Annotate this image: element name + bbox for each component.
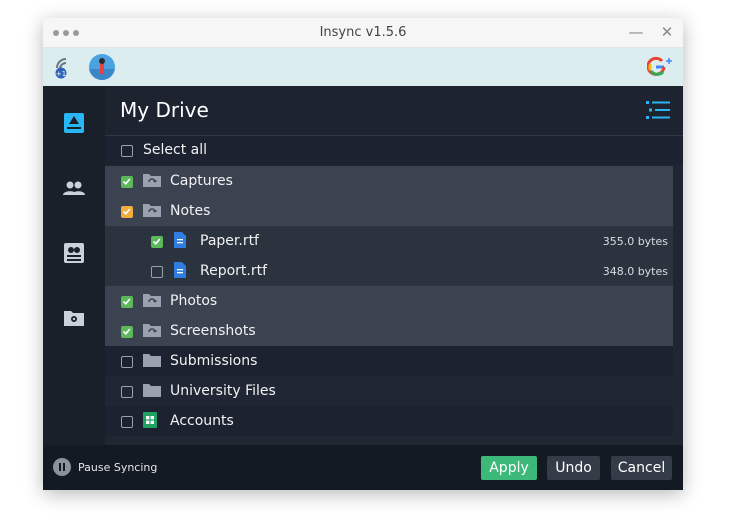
file-row[interactable]: Paper.rtf 355.0 bytes — [105, 226, 673, 256]
shared-folder-icon — [142, 322, 162, 342]
folder-icon — [142, 352, 162, 372]
footer-bar: Pause Syncing Apply Undo Cancel — [43, 445, 683, 490]
title-bar: Insync v1.5.6 — ✕ — [43, 18, 683, 48]
file-checkbox[interactable] — [121, 326, 133, 338]
undo-button[interactable]: Undo — [547, 456, 600, 480]
file-checkbox[interactable] — [151, 266, 163, 278]
file-checkbox[interactable] — [151, 236, 163, 248]
google-plus-icon[interactable] — [646, 56, 673, 78]
file-checkbox[interactable] — [121, 206, 133, 218]
people-icon[interactable] — [62, 176, 86, 200]
file-name: Captures — [170, 173, 233, 189]
cancel-button[interactable]: Cancel — [611, 456, 672, 480]
file-row[interactable]: Captures — [105, 166, 673, 196]
pause-icon[interactable] — [53, 458, 71, 476]
account-bar: +1 — [43, 48, 683, 86]
minimize-button[interactable]: — — [627, 23, 645, 41]
apply-button[interactable]: Apply — [481, 456, 537, 480]
shared-folder-icon — [142, 172, 162, 192]
folder-settings-icon[interactable] — [62, 306, 86, 330]
document-icon — [173, 262, 187, 282]
file-name: Notes — [170, 203, 211, 219]
file-checkbox[interactable] — [121, 176, 133, 188]
drive-header: My Drive — [105, 86, 683, 136]
file-name: Screenshots — [170, 323, 256, 339]
drive-icon[interactable] — [62, 111, 86, 135]
file-row[interactable]: Notes — [105, 196, 673, 226]
file-size: 348.0 bytes — [602, 265, 668, 278]
file-checkbox[interactable] — [121, 296, 133, 308]
pause-syncing-button[interactable]: Pause Syncing — [78, 461, 157, 474]
shared-folder-icon — [142, 292, 162, 312]
file-size: 355.0 bytes — [602, 235, 668, 248]
file-name: University Files — [170, 383, 276, 399]
file-row[interactable]: Photos — [105, 286, 673, 316]
network-status-icon[interactable]: +1 — [54, 57, 74, 79]
list-view-icon[interactable] — [645, 99, 671, 121]
shared-folder-icon — [142, 202, 162, 222]
file-checkbox[interactable] — [121, 356, 133, 368]
file-row[interactable]: Accounts — [105, 406, 673, 436]
file-row[interactable]: Report.rtf 348.0 bytes — [105, 256, 673, 286]
file-name: Photos — [170, 293, 218, 309]
file-checkbox[interactable] — [121, 386, 133, 398]
app-window: Insync v1.5.6 — ✕ +1 My Drive Select all… — [43, 18, 683, 490]
file-name: Paper.rtf — [200, 233, 259, 249]
file-row[interactable]: Submissions — [105, 346, 673, 376]
window-title: Insync v1.5.6 — [319, 25, 407, 40]
document-icon — [173, 232, 187, 252]
file-row[interactable]: University Files — [105, 376, 673, 406]
account-card-icon[interactable] — [62, 241, 86, 265]
file-browser: My Drive Select all Captures Notes Paper.r… — [105, 86, 683, 445]
page-title: My Drive — [120, 98, 209, 122]
file-name: Accounts — [170, 413, 234, 429]
file-name: Submissions — [170, 353, 258, 369]
file-row[interactable]: Screenshots — [105, 316, 673, 346]
select-all-row[interactable]: Select all — [105, 136, 683, 165]
select-all-label: Select all — [143, 142, 207, 158]
user-avatar[interactable] — [89, 54, 115, 80]
spreadsheet-icon — [143, 412, 157, 432]
folder-icon — [142, 382, 162, 402]
sidebar — [43, 86, 105, 445]
svg-text:+1: +1 — [56, 70, 66, 78]
file-checkbox[interactable] — [121, 416, 133, 428]
select-all-checkbox[interactable] — [121, 145, 133, 157]
file-name: Report.rtf — [200, 263, 268, 279]
close-button[interactable]: ✕ — [658, 23, 676, 41]
